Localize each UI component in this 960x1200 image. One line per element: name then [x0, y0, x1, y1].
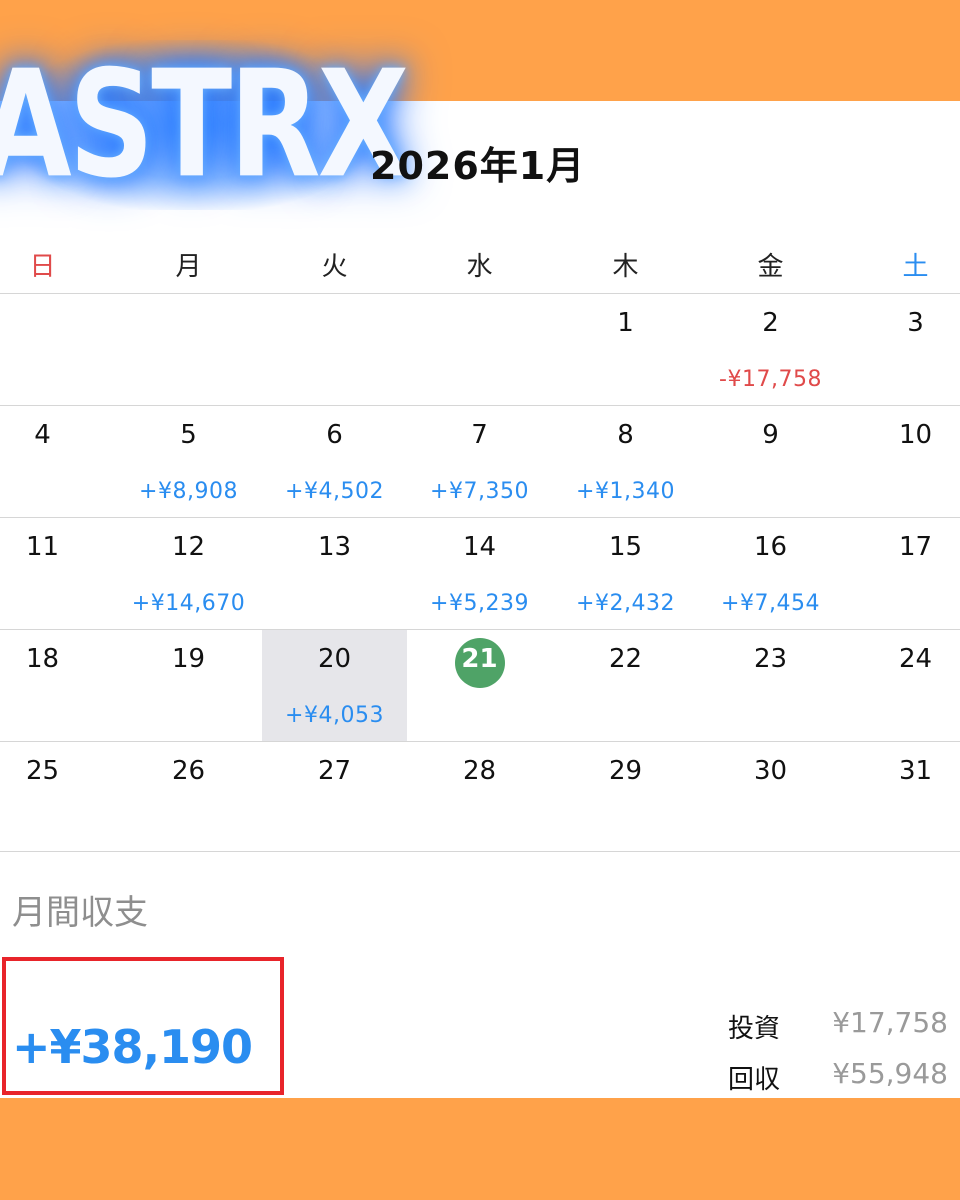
day-number: 16 — [753, 532, 788, 562]
empty-cell — [116, 294, 261, 405]
day-number: 22 — [608, 644, 643, 674]
day-number: 5 — [180, 420, 197, 450]
day-number: 27 — [317, 756, 352, 786]
day-cell-21[interactable]: 21 — [407, 630, 552, 741]
day-amount: +¥5,239 — [430, 591, 529, 616]
day-number: 18 — [25, 644, 60, 674]
day-cell-2[interactable]: 2 -¥17,758 — [698, 294, 843, 405]
day-number: 13 — [317, 532, 352, 562]
weekday-label: 土 — [902, 252, 929, 282]
day-number: 26 — [171, 756, 206, 786]
day-cell-3[interactable]: 3 — [843, 294, 960, 405]
day-number: 11 — [25, 532, 60, 562]
day-cell-12[interactable]: 12 +¥14,670 — [116, 518, 261, 629]
day-cell-28[interactable]: 28 — [407, 742, 552, 853]
weekday-label: 月 — [175, 252, 202, 282]
day-number: 15 — [608, 532, 643, 562]
day-cell-1[interactable]: 1 — [553, 294, 698, 405]
logo: ASTRX — [0, 38, 409, 212]
day-cell-11[interactable]: 11 — [0, 518, 115, 629]
return-label: 回収 — [728, 1065, 781, 1095]
day-cell-27[interactable]: 27 — [262, 742, 407, 853]
day-number: 6 — [326, 420, 343, 450]
day-amount: +¥7,350 — [430, 479, 529, 504]
weekday-label: 金 — [757, 252, 784, 282]
day-number: 20 — [317, 644, 352, 674]
day-amount: +¥8,908 — [139, 479, 238, 504]
day-cell-31[interactable]: 31 — [843, 742, 960, 853]
day-cell-18[interactable]: 18 — [0, 630, 115, 741]
day-number: 23 — [753, 644, 788, 674]
weekday-label: 火 — [321, 252, 348, 282]
day-cell-19[interactable]: 19 — [116, 630, 261, 741]
day-number: 19 — [171, 644, 206, 674]
day-amount: +¥7,454 — [721, 591, 820, 616]
day-number: 21 — [461, 644, 498, 674]
day-cell-5[interactable]: 5 +¥8,908 — [116, 406, 261, 517]
day-number: 8 — [617, 420, 634, 450]
day-cell-15[interactable]: 15 +¥2,432 — [553, 518, 698, 629]
day-cell-13[interactable]: 13 — [262, 518, 407, 629]
day-number: 29 — [608, 756, 643, 786]
empty-cell — [407, 294, 552, 405]
weekday-label: 木 — [612, 252, 639, 282]
day-number: 28 — [462, 756, 497, 786]
day-cell-8[interactable]: 8 +¥1,340 — [553, 406, 698, 517]
empty-cell — [262, 294, 407, 405]
weekday-label: 日 — [29, 252, 56, 282]
return-value: ¥55,948 — [832, 1057, 948, 1090]
day-amount: +¥4,502 — [285, 479, 384, 504]
divider — [0, 851, 960, 852]
weekday-header: 日月火水木金土 — [0, 245, 960, 293]
day-cell-30[interactable]: 30 — [698, 742, 843, 853]
monthly-balance-label: 月間収支 — [12, 893, 148, 933]
day-amount: +¥1,340 — [576, 479, 675, 504]
day-number: 14 — [462, 532, 497, 562]
day-cell-16[interactable]: 16 +¥7,454 — [698, 518, 843, 629]
day-number: 7 — [471, 420, 488, 450]
day-cell-22[interactable]: 22 — [553, 630, 698, 741]
day-number: 2 — [762, 308, 779, 338]
day-cell-4[interactable]: 4 — [0, 406, 115, 517]
day-cell-17[interactable]: 17 — [843, 518, 960, 629]
day-number: 24 — [898, 644, 933, 674]
day-cell-6[interactable]: 6 +¥4,502 — [262, 406, 407, 517]
day-number: 1 — [617, 308, 634, 338]
day-number: 3 — [907, 308, 924, 338]
invest-label: 投資 — [728, 1014, 781, 1044]
day-amount: -¥17,758 — [719, 367, 822, 392]
day-cell-20[interactable]: 20 +¥4,053 — [262, 630, 407, 741]
day-cell-14[interactable]: 14 +¥5,239 — [407, 518, 552, 629]
day-cell-9[interactable]: 9 — [698, 406, 843, 517]
day-number: 12 — [171, 532, 206, 562]
day-amount: +¥2,432 — [576, 591, 675, 616]
page-title: 2026年1月 — [370, 144, 586, 188]
day-cell-25[interactable]: 25 — [0, 742, 115, 853]
invest-value: ¥17,758 — [832, 1006, 948, 1039]
day-number: 25 — [25, 756, 60, 786]
day-number: 4 — [34, 420, 51, 450]
day-number: 9 — [762, 420, 779, 450]
day-cell-29[interactable]: 29 — [553, 742, 698, 853]
empty-cell — [0, 294, 115, 405]
day-cell-10[interactable]: 10 — [843, 406, 960, 517]
day-amount: +¥4,053 — [285, 703, 384, 728]
day-cell-7[interactable]: 7 +¥7,350 — [407, 406, 552, 517]
monthly-total: +¥38,190 — [12, 1020, 253, 1074]
day-cell-26[interactable]: 26 — [116, 742, 261, 853]
day-amount: +¥14,670 — [131, 591, 246, 616]
day-number: 10 — [898, 420, 933, 450]
day-cell-23[interactable]: 23 — [698, 630, 843, 741]
day-cell-24[interactable]: 24 — [843, 630, 960, 741]
day-number: 31 — [898, 756, 933, 786]
weekday-label: 水 — [466, 252, 493, 282]
day-number: 30 — [753, 756, 788, 786]
day-number: 17 — [898, 532, 933, 562]
